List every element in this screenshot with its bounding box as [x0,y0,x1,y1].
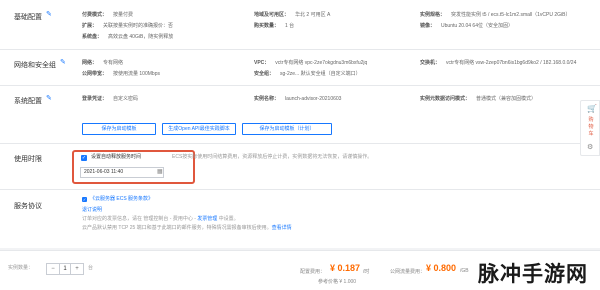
qty-label: 实例数量： [8,265,34,271]
bandwidth-fee-unit: /GB [460,268,469,274]
service-agreement-section: 服务协议 ✓ 《云服务器 ECS 服务条款》 退订说明 订单对应的发票信息，请在… [0,190,600,248]
edit-icon[interactable]: ✎ [46,95,53,102]
cart-label-char: 车 [588,131,594,137]
auto-release-hint: ECS按实际使用时间结算费用，资源释放后停止计费，实例数据将无法恢复，请谨慎操作… [172,154,373,160]
kv-security-group: 安全组： sg-2ze... 默认安全组（自定义端口） [254,71,361,77]
save-plan-template-button[interactable]: 保存为启动模板（计划） [242,123,332,135]
basic-config-section: 基础配置 ✎ 付费模式： 按量付费 扩展： 关联按量实例时的准确报价：否 系统盘：高… [0,0,600,50]
kv-vswitch: 交换机： vctr专有网络 vsw-2zep07bn6is1bg6d9ko2 / … [420,60,577,66]
invoice-note: 订单对应的发票信息，请在 管理控制台 - 费用中心 - 发票管理 中设置。 [82,216,239,222]
qty-minus-button[interactable]: − [47,264,59,274]
section-title-usage: 使用时限 [14,156,42,163]
bandwidth-fee-label: 公网流量费用： [390,269,426,275]
agreement-checkbox[interactable]: ✓ [82,197,87,202]
config-fee-unit: /时 [363,269,370,275]
kv-region: 地域及可用区： 华北 2 可用区 A [254,12,331,18]
quantity-stepper[interactable]: − 1 + [46,263,84,275]
kv-system-disk: 系统盘： 高效云盘 40GiB，随实例释放 [82,34,174,40]
port-note: 云产品默认禁用 TCP 25 端口和基于此端口的邮件服务，特殊情况需报备审核后使… [82,225,292,231]
kv-login: 登录凭证： 自定义密码 [82,96,139,102]
refund-link[interactable]: 退订说明 [82,207,102,214]
section-title-network: 网络和安全组 [14,62,56,69]
bandwidth-fee: ¥ 0.800 [426,263,457,273]
order-summary-panel: 基础配置 ✎ 付费模式： 按量付费 扩展： 关联按量实例时的准确报价：否 系统盘：高… [0,0,600,248]
kv-vpc: VPC： vctr专有网络 vpc-2ze7okgdnu3m6bxfu2jq [254,60,368,66]
kv-instance-name: 实例名称： launch-advisor-20210603 [254,96,342,102]
edit-icon[interactable]: ✎ [46,11,53,18]
kv-image: 镜像： Ubuntu 20.04 64位（安全加固） [420,23,513,29]
kv-metadata-mode: 实例元数据访问模式： 普通模式（兼容加固模式） [420,96,537,102]
cart-label-char: 物 [588,124,594,130]
generate-api-script-button[interactable]: 生成Open API最佳实践脚本 [162,123,236,135]
system-config-section: 系统配置 ✎ 登录凭证： 自定义密码 实例名称： launch-advisor-20… [0,86,600,144]
kv-network: 网络： 专有网络 [82,60,124,66]
qty-value[interactable]: 1 [59,264,71,274]
cart-icon: 🛒 [587,104,597,113]
cart-widget[interactable]: 🛒 购 物 车 ⚙ [580,100,600,156]
calendar-icon[interactable]: ▦ [157,169,164,176]
site-watermark: 脉冲手游网 [478,262,588,286]
details-link[interactable]: 查看详情 [272,225,292,231]
section-title-system: 系统配置 [14,98,42,105]
release-datetime-input[interactable]: 2021-06-03 11:40 [80,167,164,178]
cart-label-char: 购 [588,117,594,123]
config-fee-sub: 参考价格 ¥ 1.000 [318,279,357,285]
qty-plus-button[interactable]: + [71,264,83,274]
auto-release-label: 设置自动释放服务时间 [91,154,142,160]
edit-icon[interactable]: ✎ [60,59,67,66]
qty-unit: 台 [88,265,94,271]
auto-release-checkbox[interactable]: ✓ [81,155,87,161]
config-fee-label: 配置费用： [300,269,326,275]
kv-bandwidth: 公网带宽： 按使用流量 100Mbps [82,71,160,77]
kv-quantity: 购买数量： 1 台 [254,23,295,29]
settings-icon[interactable]: ⚙ [587,143,593,151]
kv-extension: 扩展： 关联按量实例时的准确报价：否 [82,23,174,29]
save-template-button[interactable]: 保存为启动模板 [82,123,156,135]
section-title-agreement: 服务协议 [14,203,42,210]
invoice-link[interactable]: 发票管理 [197,216,217,222]
kv-instance-type: 实例规格： 突发性能实例 t5 / ecs.t5-lc1m2.small（1vCP… [420,12,571,18]
network-config-section: 网络和安全组 ✎ 网络： 专有网络 公网带宽： 按使用流量 100Mbps VPC：… [0,50,600,86]
agreement-link[interactable]: 《云服务器 ECS 服务条款》 [90,196,153,203]
section-title-basic: 基础配置 [14,14,42,21]
kv-pay-mode: 付费模式： 按量付费 [82,12,134,18]
config-fee: ¥ 0.187 [330,263,361,273]
